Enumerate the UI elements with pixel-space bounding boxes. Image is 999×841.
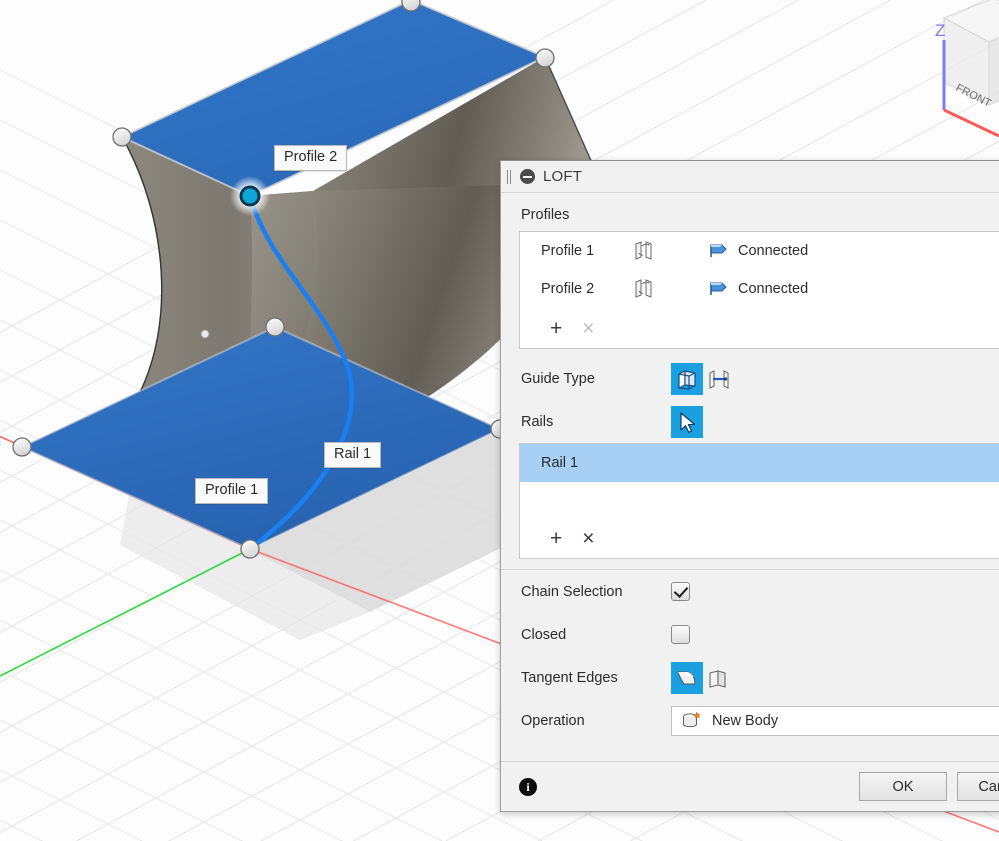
dialog-body: Profiles Profile 1 Connected Profile 2 C… — [501, 193, 999, 761]
profiles-list-actions: + × — [520, 308, 999, 348]
rails-select-button[interactable] — [671, 405, 703, 438]
guide-type-centerline-button[interactable] — [703, 363, 735, 395]
callout-profile-1-label: Profile 1 — [205, 482, 259, 498]
closed-label: Closed — [521, 626, 567, 643]
tangent-edges-row: Tangent Edges — [501, 656, 999, 699]
operation-value: New Body — [712, 712, 779, 729]
minus-circle-icon[interactable] — [520, 169, 535, 184]
profiles-row-2-state[interactable]: Connected — [709, 280, 808, 298]
connected-flag-icon — [710, 282, 727, 295]
operation-row: Operation New Body — [501, 699, 999, 742]
profile-surface-icon — [633, 278, 661, 300]
profiles-row-2[interactable]: Profile 2 Connected — [520, 270, 999, 308]
tangent-crease-icon — [709, 669, 726, 688]
operation-label: Operation — [521, 712, 585, 729]
loft-dialog[interactable]: LOFT Profiles Profile 1 Connected Profil… — [500, 160, 999, 812]
rails-list-actions: + × — [520, 518, 999, 558]
profiles-remove-button[interactable]: × — [582, 318, 594, 339]
profiles-row-1-state[interactable]: Connected — [709, 242, 808, 260]
profiles-row-1-state-label: Connected — [738, 243, 809, 259]
closed-row: Closed — [501, 613, 999, 656]
tangent-smooth-icon — [677, 670, 696, 685]
connected-flag-icon — [710, 244, 727, 257]
profile-surface-icon — [633, 240, 661, 262]
profiles-listbox[interactable]: Profile 1 Connected Profile 2 Connected … — [519, 231, 999, 349]
rails-add-button[interactable]: + — [550, 528, 562, 549]
closed-checkbox[interactable] — [671, 625, 690, 644]
rails-list-empty-area — [520, 482, 999, 518]
centerline-icon — [709, 369, 729, 389]
rails-row: Rails — [501, 400, 999, 443]
view-cube-z-label: Z — [935, 21, 945, 40]
cancel-button[interactable]: Cancel — [957, 772, 999, 801]
dialog-header[interactable]: LOFT — [501, 161, 999, 193]
chain-selection-checkbox[interactable] — [671, 582, 690, 601]
drag-grip-icon[interactable] — [505, 169, 514, 185]
view-cube-svg: FRONT Z — [935, 0, 999, 138]
operation-dropdown[interactable]: New Body — [671, 705, 999, 736]
callout-rail-1[interactable]: Rail 1 — [324, 442, 382, 468]
rail-endpoint-selected[interactable] — [230, 176, 270, 216]
dialog-footer: i OK Cancel — [501, 761, 999, 811]
rails-row-1-name: Rail 1 — [541, 455, 579, 471]
rails-cube-icon — [678, 369, 696, 390]
profiles-row-1[interactable]: Profile 1 Connected — [520, 232, 999, 270]
dialog-title: LOFT — [543, 168, 583, 185]
profiles-row-2-state-label: Connected — [738, 281, 809, 297]
chain-selection-row: Chain Selection — [501, 570, 999, 613]
callout-profile-2[interactable]: Profile 2 — [274, 145, 348, 171]
rails-listbox[interactable]: Rail 1 + × — [519, 443, 999, 559]
tangent-edges-label: Tangent Edges — [521, 669, 618, 686]
guide-type-row: Guide Type — [501, 357, 999, 400]
guide-type-label: Guide Type — [521, 370, 595, 387]
view-cube[interactable]: FRONT Z — [889, 0, 999, 140]
new-body-icon — [683, 711, 701, 727]
tangent-edges-crease-button[interactable] — [703, 662, 735, 694]
info-icon[interactable]: i — [519, 777, 537, 796]
profiles-row-2-name: Profile 2 — [541, 281, 595, 297]
callout-profile-1[interactable]: Profile 1 — [195, 478, 269, 504]
cursor-arrow-icon — [680, 411, 696, 433]
callout-rail-1-label: Rail 1 — [334, 446, 372, 462]
profiles-row-1-name: Profile 1 — [541, 243, 595, 259]
profiles-add-button[interactable]: + — [550, 318, 562, 339]
profiles-section-label: Profiles — [521, 207, 570, 223]
chain-selection-label: Chain Selection — [521, 583, 623, 600]
callout-profile-2-label: Profile 2 — [284, 149, 338, 165]
rails-row-1[interactable]: Rail 1 — [520, 444, 999, 482]
tangent-edges-smooth-button[interactable] — [671, 661, 703, 694]
rails-remove-button[interactable]: × — [582, 528, 594, 549]
rails-label: Rails — [521, 413, 554, 430]
guide-type-rails-button[interactable] — [671, 362, 703, 395]
ok-button[interactable]: OK — [859, 772, 947, 801]
